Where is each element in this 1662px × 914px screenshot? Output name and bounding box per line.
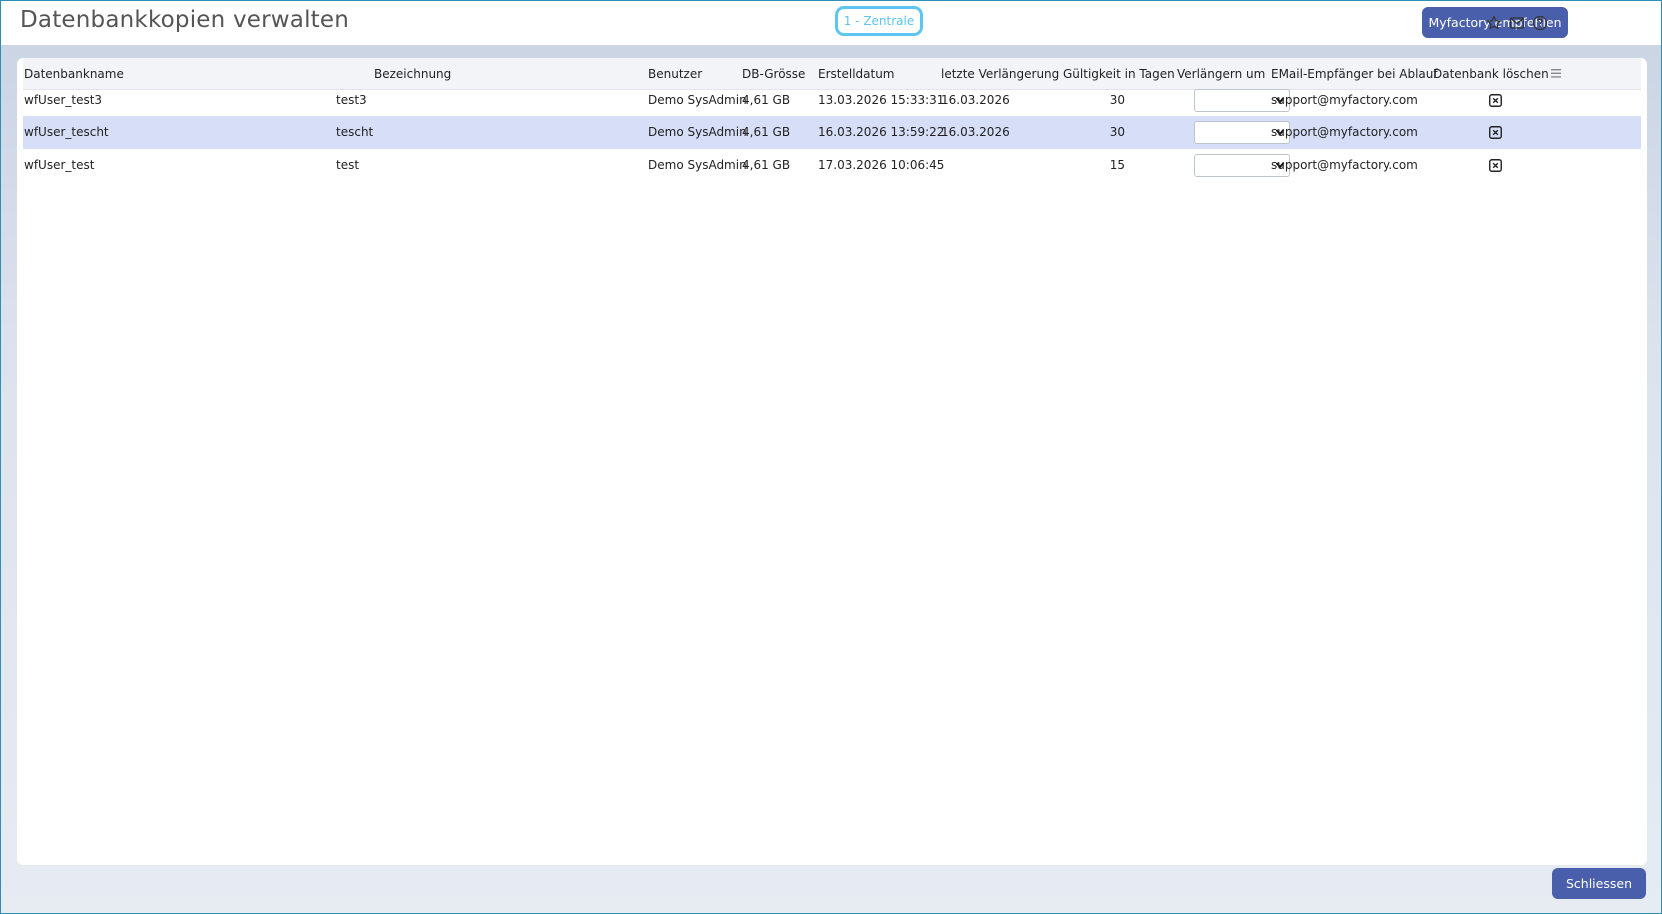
- column-header-email-empfaenger[interactable]: EMail-Empfänger bei Ablauf: [1271, 67, 1438, 81]
- cell-datenbankname: wfUser_test3: [24, 93, 103, 107]
- mail-icon[interactable]: [1509, 15, 1525, 31]
- column-header-datenbankname[interactable]: Datenbankname: [24, 67, 124, 81]
- column-header-letzte-verlaengerung[interactable]: letzte Verlängerung: [941, 67, 1059, 81]
- column-header-verlaengern-um[interactable]: Verlängern um: [1177, 67, 1265, 81]
- delete-database-icon[interactable]: [1489, 94, 1502, 107]
- cell-erstelldatum: 13.03.2026 15:33:31: [818, 93, 945, 107]
- delete-database-icon[interactable]: [1489, 159, 1502, 172]
- cell-benutzer: Demo SysAdmin: [648, 125, 747, 139]
- table-row[interactable]: wfUser_test3 test3 Demo SysAdmin 4,61 GB…: [23, 84, 1641, 117]
- column-header-erstelldatum[interactable]: Erstelldatum: [818, 67, 895, 81]
- cell-email: support@myfactory.com: [1271, 158, 1418, 172]
- help-icon[interactable]: [1532, 15, 1548, 31]
- cell-email: support@myfactory.com: [1271, 93, 1418, 107]
- column-header-gueltigkeit[interactable]: Gültigkeit in Tagen: [1063, 67, 1175, 81]
- company-selector[interactable]: 1 - Zentrale: [835, 6, 923, 36]
- cell-letzte-verlaengerung: 16.03.2026: [941, 125, 1010, 139]
- page-title: Datenbankkopien verwalten: [20, 7, 349, 33]
- cell-gueltigkeit: 30: [1109, 125, 1125, 139]
- cell-gueltigkeit: 15: [1109, 158, 1125, 172]
- cell-bezeichnung: test3: [336, 93, 367, 107]
- close-button[interactable]: Schliessen: [1552, 868, 1646, 899]
- column-header-benutzer[interactable]: Benutzer: [648, 67, 702, 81]
- cell-db-groesse: 4,61 GB: [742, 93, 791, 107]
- table-row[interactable]: wfUser_test test Demo SysAdmin 4,61 GB 1…: [23, 149, 1641, 182]
- window-frame: Datenbankkopien verwalten 1 - Zentrale M…: [0, 0, 1662, 914]
- cell-db-groesse: 4,61 GB: [742, 125, 791, 139]
- cell-erstelldatum: 17.03.2026 10:06:45: [818, 158, 945, 172]
- table-row[interactable]: wfUser_tescht tescht Demo SysAdmin 4,61 …: [23, 116, 1641, 149]
- cell-gueltigkeit: 30: [1109, 93, 1125, 107]
- cell-bezeichnung: test: [336, 158, 360, 172]
- column-header-datenbank-loeschen[interactable]: Datenbank löschen: [1433, 67, 1549, 81]
- header-bar: Datenbankkopien verwalten 1 - Zentrale M…: [1, 1, 1661, 45]
- main-panel: Datenbankname Bezeichnung Benutzer DB-Gr…: [17, 58, 1647, 865]
- cell-bezeichnung: tescht: [336, 125, 374, 139]
- cell-letzte-verlaengerung: 16.03.2026: [941, 93, 1010, 107]
- cell-datenbankname: wfUser_tescht: [24, 125, 109, 139]
- column-menu-icon[interactable]: [1551, 69, 1561, 78]
- cell-datenbankname: wfUser_test: [24, 158, 95, 172]
- cell-db-groesse: 4,61 GB: [742, 158, 791, 172]
- cell-email: support@myfactory.com: [1271, 125, 1418, 139]
- cell-benutzer: Demo SysAdmin: [648, 93, 747, 107]
- cell-erstelldatum: 16.03.2026 13:59:22: [818, 125, 945, 139]
- column-header-bezeichnung[interactable]: Bezeichnung: [374, 67, 451, 81]
- star-icon[interactable]: [1486, 15, 1502, 31]
- column-header-db-groesse[interactable]: DB-Grösse: [742, 67, 805, 81]
- delete-database-icon[interactable]: [1489, 126, 1502, 139]
- cell-benutzer: Demo SysAdmin: [648, 158, 747, 172]
